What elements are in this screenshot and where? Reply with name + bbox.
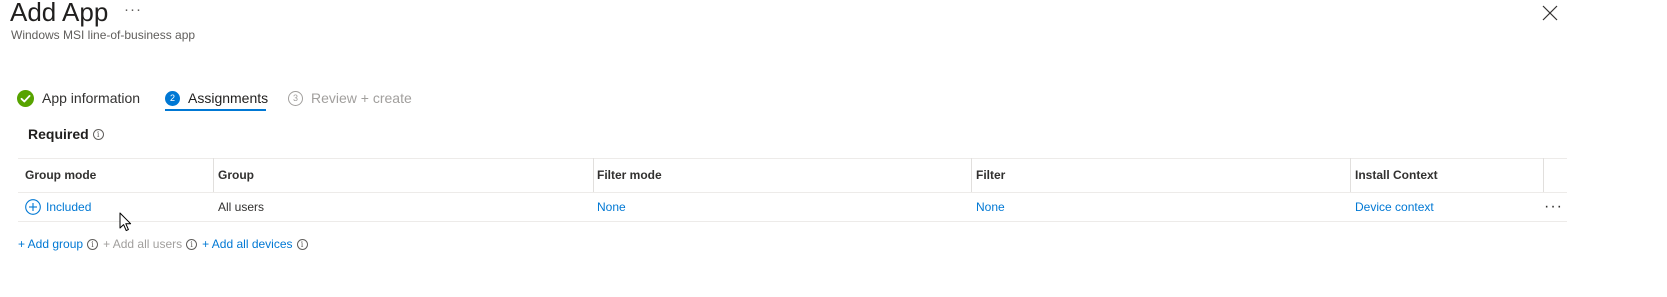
step-review-create[interactable]: 3 Review + create: [288, 84, 412, 112]
close-icon[interactable]: [1541, 4, 1559, 22]
column-header-group[interactable]: Group: [218, 158, 254, 192]
filter-link[interactable]: None: [976, 192, 1005, 222]
install-context-link[interactable]: Device context: [1355, 192, 1434, 222]
column-separator: [971, 158, 972, 192]
info-icon[interactable]: i: [186, 238, 198, 250]
step-label: Assignments: [188, 90, 269, 106]
assignments-table: Group mode Group Filter mode Filter Inst…: [18, 158, 1567, 222]
step-label: Review + create: [311, 90, 412, 106]
step-number: 3: [288, 90, 303, 106]
row-border: [18, 221, 1567, 222]
section-title: Required: [28, 126, 89, 142]
add-actions: + Add group i + Add all users i + Add al…: [18, 237, 313, 251]
info-icon[interactable]: i: [87, 238, 99, 250]
plus-circle-icon: [25, 199, 41, 215]
step-app-information[interactable]: App information: [17, 84, 140, 112]
filter-mode-link[interactable]: None: [597, 192, 626, 222]
group-mode-cell[interactable]: Included: [25, 192, 91, 222]
step-number: 2: [165, 90, 180, 106]
column-separator: [213, 158, 214, 192]
add-group-link[interactable]: + Add group: [18, 237, 83, 251]
page-title: Add App: [10, 0, 109, 27]
column-header-filter[interactable]: Filter: [976, 158, 1005, 192]
column-header-group-mode[interactable]: Group mode: [25, 158, 96, 192]
add-all-users-link[interactable]: + Add all users: [103, 237, 182, 251]
active-step-indicator: [165, 109, 266, 111]
mouse-pointer-icon: [119, 212, 132, 232]
column-separator: [1543, 158, 1544, 192]
group-cell: All users: [218, 200, 265, 214]
column-separator: [593, 158, 594, 192]
add-all-devices-link[interactable]: + Add all devices: [202, 237, 292, 251]
section-heading: Required i: [28, 126, 104, 142]
step-label: App information: [42, 90, 141, 106]
page-subtitle: Windows MSI line-of-business app: [11, 28, 196, 42]
check-circle-icon: [17, 89, 34, 107]
info-icon[interactable]: i: [296, 238, 308, 250]
more-options-button[interactable]: ···: [124, 1, 142, 18]
row-more-button[interactable]: ···: [1544, 192, 1563, 222]
info-icon[interactable]: i: [92, 128, 104, 140]
step-assignments[interactable]: 2 Assignments: [165, 84, 268, 112]
column-header-filter-mode[interactable]: Filter mode: [597, 158, 662, 192]
column-separator: [1350, 158, 1351, 192]
group-mode-value[interactable]: Included: [46, 200, 91, 214]
column-header-install-context[interactable]: Install Context: [1355, 158, 1438, 192]
